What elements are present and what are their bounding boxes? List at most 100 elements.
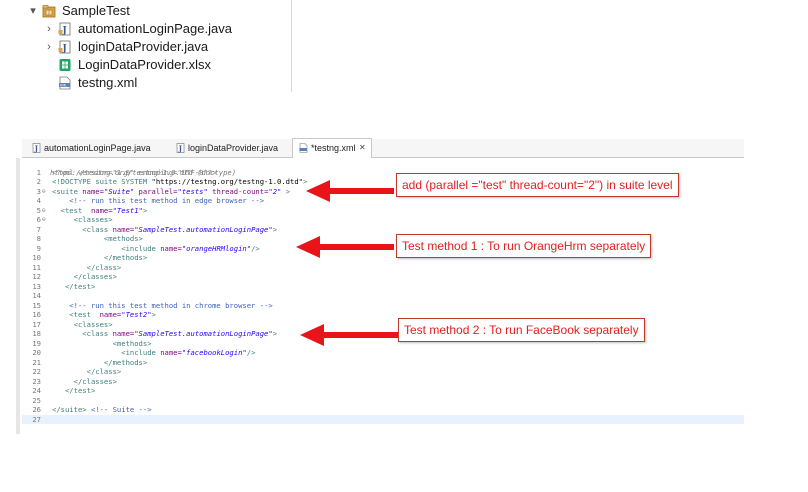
code-line[interactable]: 6 ⊖ <classes> — [22, 215, 744, 225]
code-token: "Test2" — [121, 310, 152, 319]
code-line[interactable]: 15 <!-- run this test method in chrome b… — [22, 301, 744, 311]
java-file-icon: J — [32, 143, 41, 153]
close-icon[interactable]: ✕ — [359, 139, 366, 157]
arrow-left-icon — [296, 236, 394, 258]
file-label: testng.xml — [78, 75, 138, 90]
code-text: <class name="SampleTest.automationLoginP… — [52, 225, 277, 235]
code-text: </methods> — [52, 253, 147, 263]
line-number: 10 — [32, 253, 41, 262]
code-token: <include — [52, 243, 161, 253]
project-label: SampleTest — [62, 3, 130, 18]
line-number: 22 — [32, 367, 41, 376]
code-token: <methods> — [52, 234, 143, 243]
fold-toggle-icon[interactable]: ⊖ — [42, 187, 50, 197]
tab-automation-login-page[interactable]: J automationLoginPage.java — [26, 139, 166, 157]
line-number: 1 — [36, 167, 41, 177]
code-line[interactable]: 13 </test> — [22, 282, 744, 292]
code-token: "Test1" — [112, 205, 143, 215]
code-token: <methods> — [52, 338, 152, 348]
code-token: </methods> — [52, 357, 148, 367]
code-token: <class — [52, 329, 113, 338]
code-token: </class> — [52, 367, 122, 376]
code-text: </test> — [52, 282, 95, 292]
tab-testng-xml[interactable]: *testng.xml ✕ — [292, 138, 372, 159]
code-text: <methods> — [52, 234, 143, 244]
code-token: <!DOCTYPE suite SYSTEM — [52, 177, 152, 186]
code-token: parallel= — [134, 186, 178, 196]
java-file-icon: J — [176, 143, 185, 153]
line-number: 15 — [32, 300, 41, 310]
code-token: /> — [251, 243, 260, 253]
file-label: LoginDataProvider.xlsx — [78, 57, 211, 72]
svg-text:XML: XML — [60, 83, 67, 87]
code-text: </suite> <!-- Suite --> — [52, 405, 152, 415]
code-line[interactable]: 14 — [22, 291, 744, 301]
tree-item-testng-xml[interactable]: XML testng.xml — [44, 74, 284, 92]
code-token: > — [281, 186, 291, 196]
code-text: <classes> — [52, 215, 113, 225]
code-line[interactable]: 22 </class> — [22, 367, 744, 377]
tree-item-login-data-provider[interactable]: › J loginDataProvider.java — [44, 38, 284, 56]
line-number: 19 — [32, 338, 41, 348]
line-number: 13 — [32, 281, 41, 291]
code-text: </class> — [52, 263, 122, 273]
line-number: 25 — [32, 395, 41, 405]
code-token: name= — [95, 310, 122, 319]
code-line[interactable]: 24 </test> — [22, 386, 744, 396]
tab-label: *testng.xml — [311, 143, 356, 153]
code-token: > — [272, 224, 278, 234]
line-number: 26 — [32, 405, 41, 414]
line-number: 24 — [32, 386, 41, 395]
code-text: </classes> — [52, 272, 117, 282]
tree-item-project[interactable]: ▾ SampleTest — [28, 2, 228, 20]
line-number: 17 — [32, 319, 41, 329]
code-token: <?xml version="1.0" encoding="UTF-8"?> — [52, 167, 217, 177]
code-token: </suite> — [52, 405, 87, 414]
chevron-right-icon[interactable]: › — [44, 38, 54, 56]
java-file-icon: J — [58, 40, 71, 54]
code-line[interactable]: 12 </classes> — [22, 272, 744, 282]
tree-item-login-data-xlsx[interactable]: LoginDataProvider.xlsx — [44, 56, 284, 74]
code-token: name= — [82, 186, 104, 196]
code-line[interactable]: 11 </class> — [22, 263, 744, 273]
code-token: "tests" — [177, 186, 208, 196]
code-token: </test> — [52, 281, 96, 291]
code-token: <test — [52, 310, 96, 319]
code-text: <!-- run this test method in chrome brow… — [52, 301, 272, 311]
tab-login-data-provider[interactable]: J loginDataProvider.java — [170, 139, 290, 157]
project-explorer: ▾ SampleTest › J automationLoginPage.jav… — [0, 0, 292, 92]
excel-file-icon — [59, 59, 71, 71]
code-token: name= — [160, 243, 182, 253]
tree-item-automation-login-page[interactable]: › J automationLoginPage.java — [44, 20, 284, 38]
code-token: name= — [86, 205, 113, 215]
fold-toggle-icon[interactable]: ⊖ — [42, 206, 50, 216]
annotation-test-method-1: Test method 1 : To run OrangeHrm separat… — [396, 234, 652, 258]
line-number: 16 — [32, 310, 41, 319]
line-number: 21 — [32, 357, 41, 367]
code-line[interactable]: 25 — [22, 396, 744, 406]
code-line[interactable]: 27 — [22, 414, 744, 424]
code-line[interactable]: 21 </methods> — [22, 358, 744, 368]
code-token: /> — [246, 348, 256, 357]
code-token: name= — [112, 224, 135, 234]
code-line[interactable]: 26 </suite> <!-- Suite --> — [22, 405, 744, 415]
chevron-right-icon[interactable]: › — [44, 20, 54, 38]
code-token: "https://testng.org/testng-1.0.dtd" — [151, 177, 303, 186]
code-text: <suite name="Suite" parallel="tests" thr… — [52, 187, 290, 197]
code-text: </class> — [52, 367, 122, 377]
code-token: <classes> — [52, 319, 113, 329]
line-number: 23 — [32, 376, 41, 386]
expand-toggle-icon[interactable]: ▾ — [28, 2, 38, 20]
code-line[interactable]: 23 </classes> — [22, 377, 744, 387]
code-text: <include name="facebookLogin"/> — [52, 348, 255, 358]
code-line[interactable]: 5 ⊖ <test name="Test1"> — [22, 206, 744, 216]
code-token: > — [272, 329, 278, 338]
doctype-header: https://testng.org/testng-1.0.dtd (docty… — [22, 158, 744, 177]
line-number: 5 — [36, 205, 41, 215]
code-token: "Suite" — [103, 186, 135, 196]
arrow-left-icon — [306, 180, 394, 202]
line-number: 20 — [32, 348, 41, 357]
code-text: <class name="SampleTest.automationLoginP… — [52, 329, 277, 339]
code-token: name= — [112, 329, 135, 338]
fold-toggle-icon[interactable]: ⊖ — [42, 215, 50, 225]
